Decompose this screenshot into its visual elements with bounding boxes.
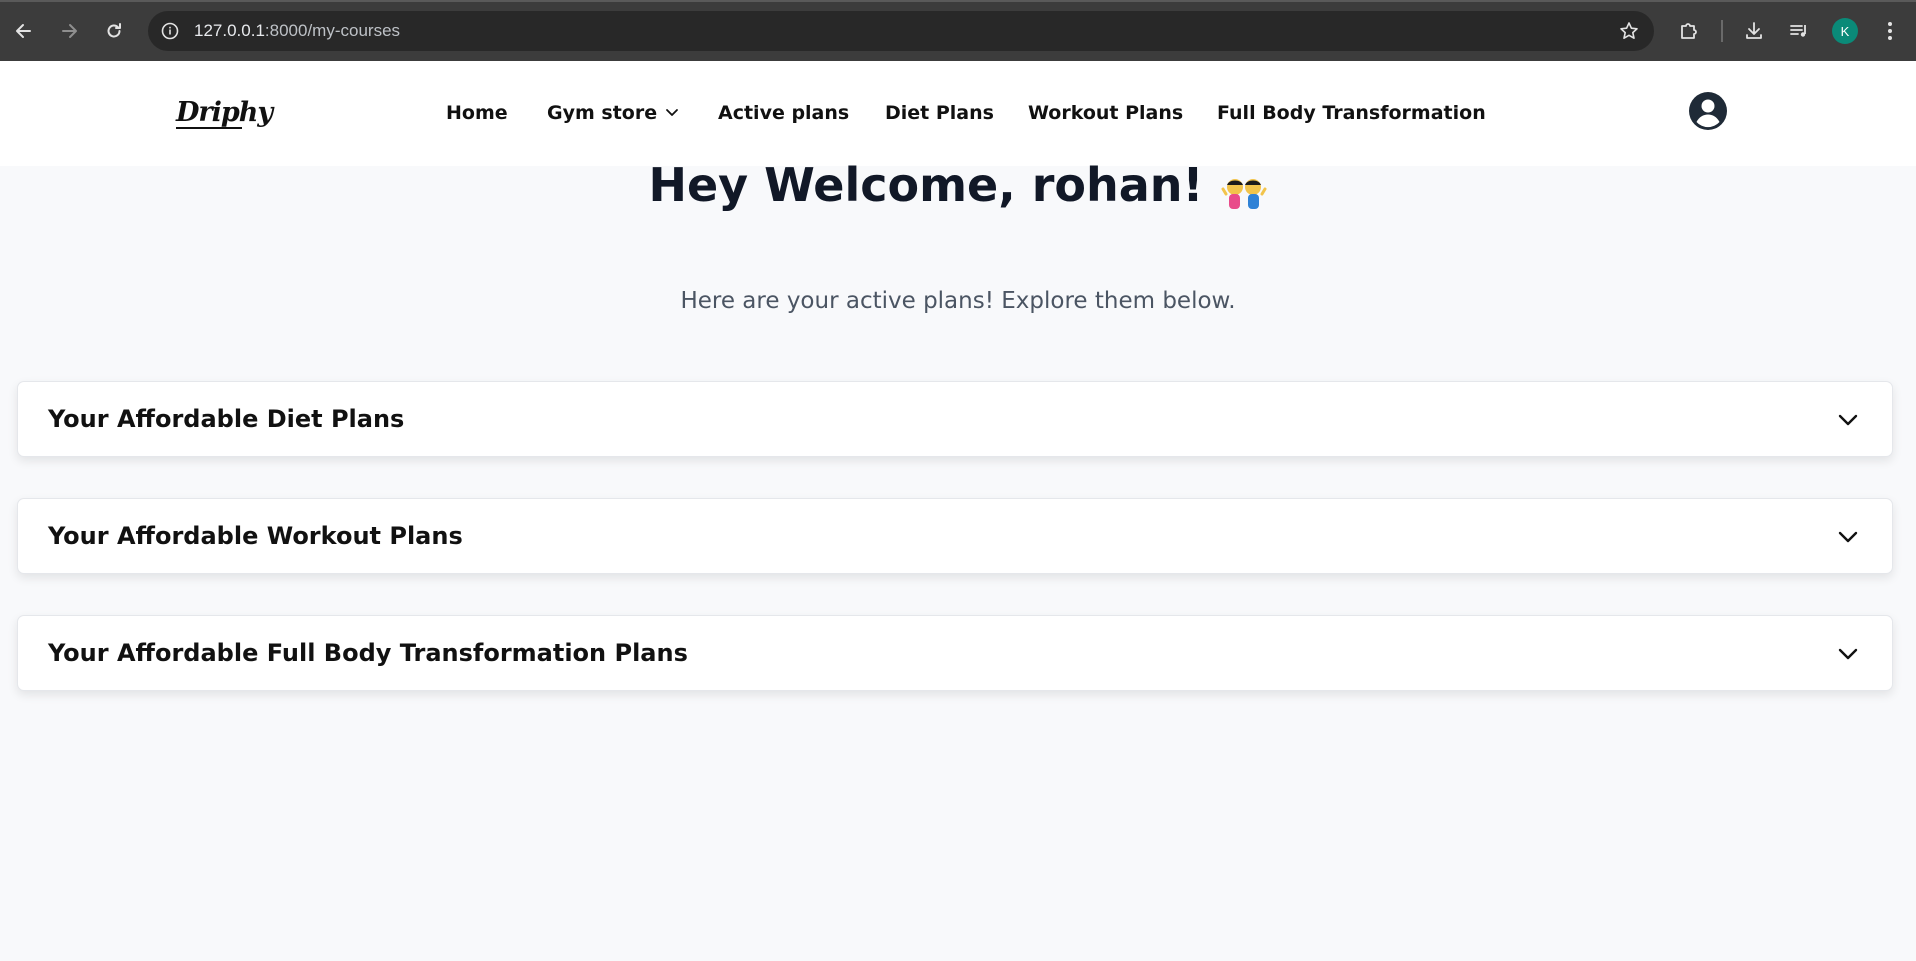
site-header: Driphy Home Gym store Active plans Diet … <box>0 61 1916 166</box>
arrow-right-icon <box>62 24 77 38</box>
star-icon <box>1620 22 1638 39</box>
address-bar[interactable]: 127.0.0.1:8000/my-courses <box>148 11 1654 51</box>
accordion-title: Your Affordable Full Body Transformation… <box>48 639 688 667</box>
welcome-text: Hey Welcome, rohan! <box>648 158 1204 212</box>
media-control-button[interactable] <box>1782 14 1816 48</box>
accordion-workout-plans[interactable]: Your Affordable Workout Plans <box>17 498 1893 574</box>
toolbar-divider <box>1721 20 1723 42</box>
downloads-button[interactable] <box>1737 14 1771 48</box>
user-account-button[interactable] <box>1688 91 1728 131</box>
nav-gym-store[interactable]: Gym store <box>547 102 679 124</box>
puzzle-icon <box>1681 23 1697 39</box>
nav-full-body-transformation[interactable]: Full Body Transformation <box>1217 102 1486 124</box>
browser-toolbar: 127.0.0.1:8000/my-courses K <box>0 0 1916 61</box>
info-icon <box>161 22 179 40</box>
reload-button[interactable] <box>97 14 131 48</box>
chevron-down-icon[interactable] <box>1836 527 1860 547</box>
chevron-down-icon[interactable] <box>1836 644 1860 664</box>
forward-button[interactable] <box>52 14 86 48</box>
reload-icon <box>107 23 121 38</box>
browser-menu-button[interactable] <box>1873 14 1907 48</box>
chevron-down-icon <box>665 108 679 118</box>
chevron-down-icon[interactable] <box>1836 410 1860 430</box>
media-queue-icon <box>1790 25 1806 37</box>
welcome-heading: Hey Welcome, rohan! <box>0 158 1916 212</box>
nav-home[interactable]: Home <box>446 102 508 124</box>
accordion-diet-plans[interactable]: Your Affordable Diet Plans <box>17 381 1893 457</box>
profile-avatar[interactable]: K <box>1832 18 1858 44</box>
kebab-menu-icon <box>1888 22 1892 40</box>
bookmark-button[interactable] <box>1618 20 1640 42</box>
main-nav: Home Gym store Active plans Diet Plans W… <box>0 102 1916 128</box>
arrow-left-icon <box>16 24 31 38</box>
page-subtitle: Here are your active plans! Explore them… <box>680 288 1236 314</box>
url-path: :8000/my-courses <box>264 21 401 40</box>
accordion-title: Your Affordable Workout Plans <box>48 522 463 550</box>
nav-workout-plans[interactable]: Workout Plans <box>1028 102 1183 124</box>
accordion-title: Your Affordable Diet Plans <box>48 405 405 433</box>
accordion-full-body-transformation-plans[interactable]: Your Affordable Full Body Transformation… <box>17 615 1893 691</box>
tab-strip-edge <box>0 0 1916 2</box>
nav-gym-store-label: Gym store <box>547 102 658 124</box>
url-host: 127.0.0.1 <box>194 21 265 40</box>
people-celebrating-emoji <box>1220 169 1268 209</box>
site-info-button[interactable] <box>158 19 182 43</box>
nav-active-plans[interactable]: Active plans <box>718 102 849 124</box>
nav-diet-plans[interactable]: Diet Plans <box>885 102 994 124</box>
download-icon <box>1746 22 1762 39</box>
user-circle-icon <box>1689 92 1727 130</box>
url-text[interactable]: 127.0.0.1:8000/my-courses <box>194 21 400 41</box>
extensions-button[interactable] <box>1672 14 1706 48</box>
back-button[interactable] <box>7 14 41 48</box>
